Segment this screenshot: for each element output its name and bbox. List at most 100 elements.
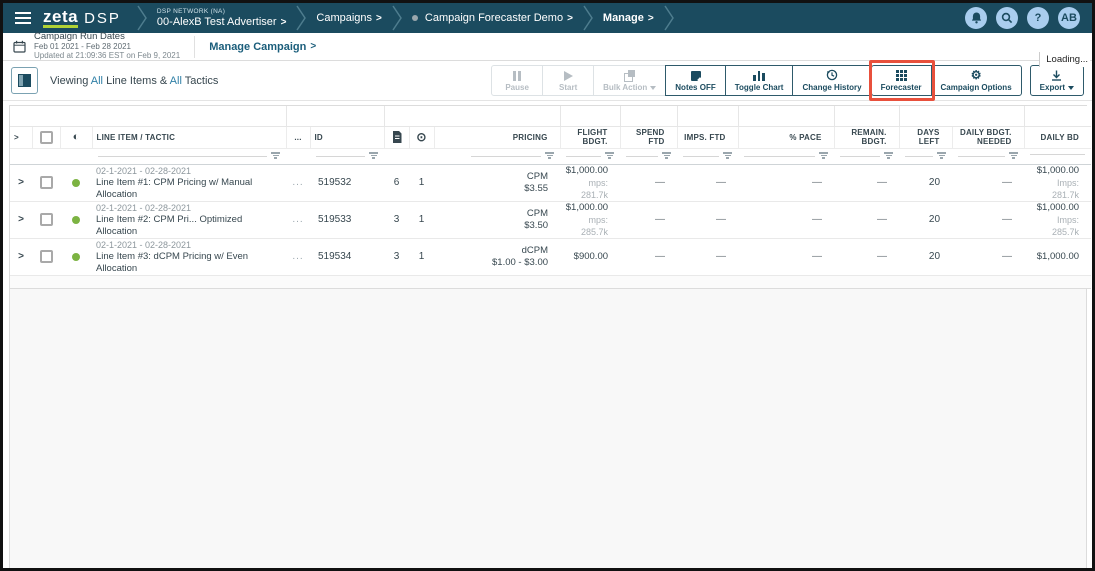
line-item-column-header[interactable]: LINE ITEM / TACTIC bbox=[92, 126, 286, 148]
bulk-action-label: Bulk Action bbox=[603, 83, 647, 92]
days-left-column-header[interactable]: DAYS LEFT bbox=[899, 126, 952, 148]
days-left-filter[interactable] bbox=[899, 148, 952, 164]
filter-funnel-icon[interactable] bbox=[1009, 152, 1018, 159]
row-select[interactable] bbox=[32, 164, 60, 201]
spend-ftd-column-header[interactable]: SPEND FTD bbox=[620, 126, 677, 148]
spend-ftd-filter[interactable] bbox=[620, 148, 677, 164]
row-expand-chevron[interactable]: > bbox=[10, 164, 32, 201]
pricing-value: $1.00 - $3.00 bbox=[438, 257, 548, 269]
row-checkbox[interactable] bbox=[40, 213, 53, 226]
daily-budget-needed-cell: — bbox=[952, 201, 1024, 238]
pace-cell: — bbox=[738, 238, 834, 275]
notes-icon bbox=[691, 69, 701, 81]
pause-button[interactable]: Pause bbox=[491, 65, 543, 96]
row-select[interactable] bbox=[32, 238, 60, 275]
imps-ftd-column-header[interactable]: IMPS. FTD bbox=[677, 126, 738, 148]
filter-row bbox=[10, 148, 1091, 164]
logo-zeta-text: zeta bbox=[43, 9, 78, 28]
filter-funnel-icon[interactable] bbox=[723, 152, 732, 159]
remaining-budget-filter[interactable] bbox=[834, 148, 899, 164]
line-item-filter[interactable] bbox=[92, 148, 286, 164]
filter-funnel-icon[interactable] bbox=[662, 152, 671, 159]
flight-budget-filter[interactable] bbox=[560, 148, 620, 164]
avatar[interactable]: AB bbox=[1058, 7, 1080, 29]
more-options-header[interactable]: ... bbox=[286, 126, 310, 148]
id-filter[interactable] bbox=[310, 148, 384, 164]
row-select[interactable] bbox=[32, 201, 60, 238]
flight-budget-imps: mps: 281.7k bbox=[564, 177, 608, 201]
pricing-filter[interactable] bbox=[434, 148, 560, 164]
pace-filter[interactable] bbox=[738, 148, 834, 164]
flight-budget-column-header[interactable]: FLIGHT BDGT. bbox=[560, 126, 620, 148]
pace-cell: — bbox=[738, 201, 834, 238]
pricing-column-header[interactable]: PRICING bbox=[434, 126, 560, 148]
row-expand-chevron[interactable]: > bbox=[10, 201, 32, 238]
filter-funnel-icon[interactable] bbox=[369, 152, 378, 159]
forecaster-button[interactable]: Forecaster bbox=[871, 65, 932, 96]
row-more-options[interactable]: ... bbox=[286, 201, 310, 238]
filter-funnel-icon[interactable] bbox=[605, 152, 614, 159]
row-checkbox[interactable] bbox=[40, 250, 53, 263]
export-button[interactable]: Export bbox=[1030, 65, 1084, 96]
notes-toggle-button[interactable]: Notes OFF bbox=[665, 65, 725, 96]
row-more-options[interactable]: ... bbox=[286, 164, 310, 201]
tactics-column-header[interactable] bbox=[384, 126, 409, 148]
pace-column-header[interactable]: % PACE bbox=[738, 126, 834, 148]
targets-column-header[interactable]: ⊙ bbox=[409, 126, 434, 148]
toggle-chart-button[interactable]: Toggle Chart bbox=[725, 65, 794, 96]
target-count-cell: 1 bbox=[409, 201, 434, 238]
breadcrumb-manage[interactable]: Manage > bbox=[595, 3, 662, 33]
remaining-budget-cell: — bbox=[834, 238, 899, 275]
line-item-name: Line Item #1: CPM Pricing w/ Manual Allo… bbox=[96, 177, 282, 201]
status-column-header[interactable]: ◐ bbox=[60, 126, 92, 148]
daily-budget-cell: $1,000.00 Imps: 281.7k bbox=[1024, 164, 1091, 201]
filter-funnel-icon[interactable] bbox=[937, 152, 946, 159]
flight-budget-value: $900.00 bbox=[564, 251, 608, 263]
search-icon[interactable] bbox=[996, 7, 1018, 29]
loading-indicator: Loading... bbox=[1039, 52, 1090, 67]
manage-campaign-link[interactable]: Manage Campaign > bbox=[209, 41, 316, 53]
hamburger-menu-icon[interactable] bbox=[3, 3, 41, 33]
daily-budget-column-header[interactable]: DAILY BD bbox=[1024, 126, 1091, 148]
line-item-cell[interactable]: 02-1-2021 - 02-28-2021 Line Item #2: CPM… bbox=[92, 201, 286, 238]
line-item-cell[interactable]: 02-1-2021 - 02-28-2021 Line Item #3: dCP… bbox=[92, 238, 286, 275]
daily-budget-filter[interactable] bbox=[1024, 148, 1091, 164]
campaign-options-button[interactable]: ⚙ Campaign Options bbox=[931, 65, 1022, 96]
notifications-bell-icon[interactable] bbox=[965, 7, 987, 29]
breadcrumb: DSP NETWORK (NA) 00-AlexB Test Advertise… bbox=[135, 3, 965, 33]
filter-funnel-icon[interactable] bbox=[819, 152, 828, 159]
change-history-button[interactable]: Change History bbox=[792, 65, 871, 96]
filter-funnel-icon[interactable] bbox=[545, 152, 554, 159]
filter-funnel-icon[interactable] bbox=[271, 152, 280, 159]
row-more-options[interactable]: ... bbox=[286, 238, 310, 275]
breadcrumb-separator-icon bbox=[137, 3, 147, 33]
chevron-right-icon: > bbox=[648, 13, 654, 24]
flight-budget-cell: $1,000.00 mps: 285.7k bbox=[560, 201, 620, 238]
expand-all-header[interactable]: > bbox=[10, 126, 32, 148]
help-icon[interactable]: ? bbox=[1027, 7, 1049, 29]
start-button[interactable]: Start bbox=[542, 65, 594, 96]
view-toggle-button[interactable] bbox=[11, 67, 38, 94]
daily-budget-needed-filter[interactable] bbox=[952, 148, 1024, 164]
id-column-header[interactable]: ID bbox=[310, 126, 384, 148]
row-checkbox[interactable] bbox=[40, 176, 53, 189]
imps-ftd-filter[interactable] bbox=[677, 148, 738, 164]
bulk-action-button[interactable]: Bulk Action bbox=[593, 65, 666, 96]
select-all-header[interactable] bbox=[32, 126, 60, 148]
daily-budget-needed-column-header[interactable]: DAILY BDGT. NEEDED bbox=[952, 126, 1024, 148]
table-toolbar: Viewing All Line Items & All Tactics Pau… bbox=[3, 61, 1092, 101]
row-expand-chevron[interactable]: > bbox=[10, 238, 32, 275]
download-icon bbox=[1051, 69, 1062, 81]
gear-icon: ⚙ bbox=[971, 69, 982, 81]
campaign-status-dot-icon bbox=[412, 15, 418, 21]
filter-funnel-icon[interactable] bbox=[884, 152, 893, 159]
daily-budget-cell: $1,000.00 Imps: 285.7k bbox=[1024, 201, 1091, 238]
breadcrumb-campaign-name[interactable]: Campaign Forecaster Demo > bbox=[404, 3, 581, 33]
id-cell: 519534 bbox=[310, 238, 384, 275]
breadcrumb-advertiser[interactable]: DSP NETWORK (NA) 00-AlexB Test Advertise… bbox=[149, 3, 294, 33]
remaining-budget-column-header[interactable]: REMAIN. BDGT. bbox=[834, 126, 899, 148]
chevron-right-icon: > bbox=[281, 17, 287, 28]
line-item-cell[interactable]: 02-1-2021 - 02-28-2021 Line Item #1: CPM… bbox=[92, 164, 286, 201]
select-all-checkbox[interactable] bbox=[40, 131, 53, 144]
breadcrumb-campaigns[interactable]: Campaigns > bbox=[308, 3, 389, 33]
